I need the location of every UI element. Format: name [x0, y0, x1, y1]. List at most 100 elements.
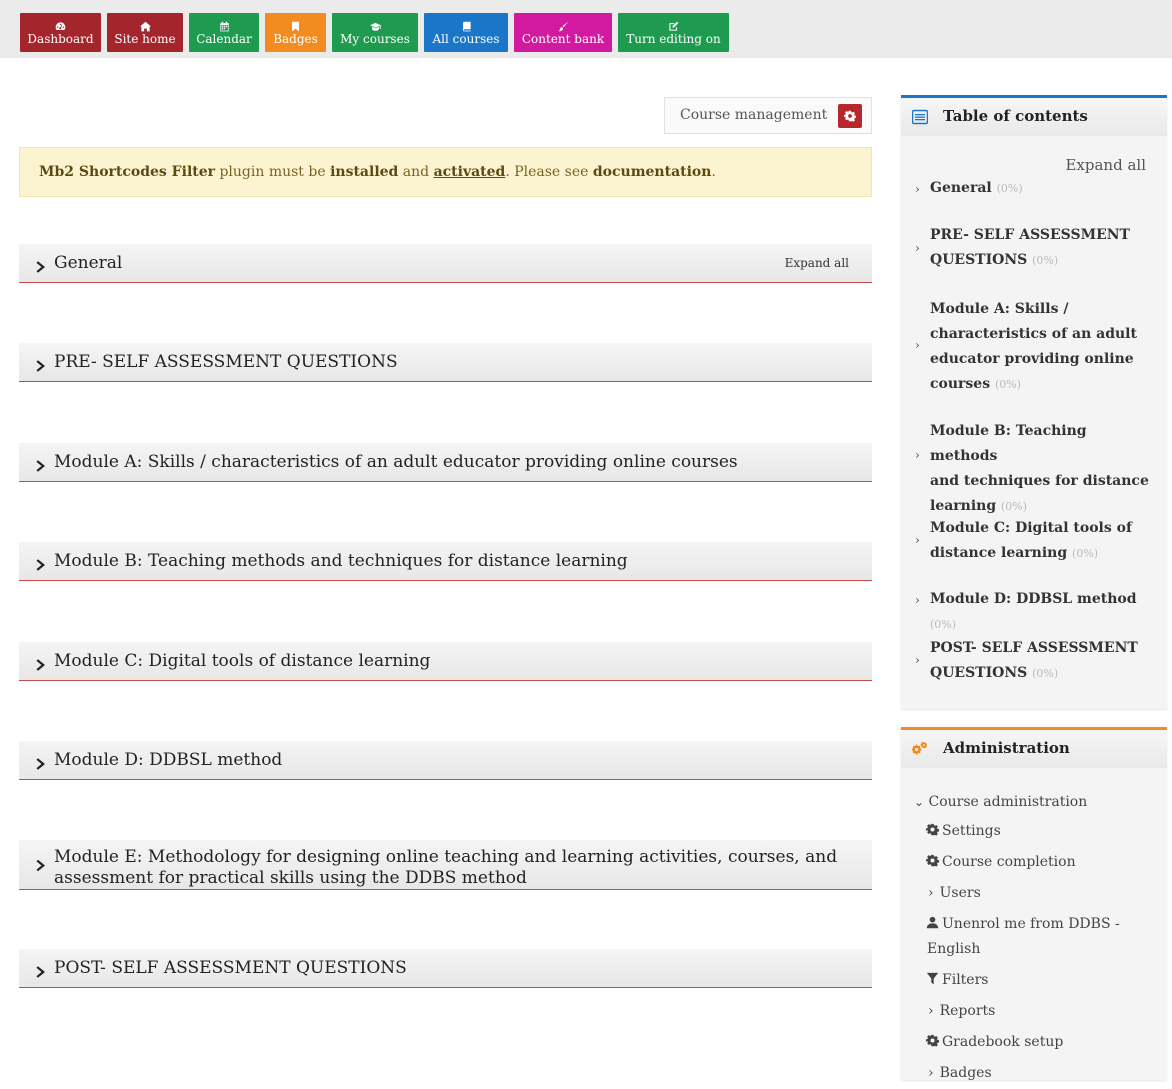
toc-item-label: Module A: Skills / characteristics of an …	[930, 301, 1137, 392]
expand-all-button[interactable]: Expand all	[785, 256, 849, 270]
chevron-right-icon: ›	[928, 885, 934, 901]
course-management-label: Course management	[680, 107, 828, 123]
section-general[interactable]: General Expand all	[19, 244, 872, 283]
section-title: Module B: Teaching methods and technique…	[54, 551, 628, 571]
section-title: Module E: Methodology for designing onli…	[54, 847, 838, 888]
section-module-a[interactable]: Module A: Skills / characteristics of an…	[19, 443, 872, 482]
section-post-self-assessment[interactable]: POST- SELF ASSESSMENT QUESTIONS	[19, 949, 872, 988]
section-title: PRE- SELF ASSESSMENT QUESTIONS	[54, 352, 398, 372]
toc-item-label: Module B: Teaching methods and techniques…	[930, 423, 1149, 514]
section-module-b[interactable]: Module B: Teaching methods and technique…	[19, 542, 872, 581]
nav-calendar-button[interactable]: Calendar	[189, 13, 259, 52]
section-title: General	[54, 253, 123, 273]
section-module-e[interactable]: Module E: Methodology for designing onli…	[19, 840, 872, 890]
settings-link[interactable]: Settings	[926, 816, 1001, 847]
chevron-right-icon: ›	[915, 653, 920, 667]
gear-icon	[926, 1028, 939, 1047]
edit-icon	[668, 20, 679, 32]
chevron-right-icon: ›	[915, 593, 920, 607]
section-title: POST- SELF ASSESSMENT QUESTIONS	[54, 958, 407, 978]
user-icon	[926, 910, 939, 929]
nav-badges-label: Badges	[273, 32, 318, 46]
plugin-warning-alert: Mb2 Shortcodes Filter plugin must be ins…	[19, 147, 872, 197]
course-management[interactable]: Course management	[664, 97, 872, 134]
chevron-right-icon: ›	[915, 338, 920, 352]
home-icon	[139, 20, 151, 32]
alert-text-1: plugin must be	[215, 164, 331, 180]
badges-node[interactable]: › Badges	[928, 1058, 992, 1089]
toc-item-label: POST- SELF ASSESSMENT QUESTIONS (0%)	[930, 640, 1138, 681]
dashboard-icon	[55, 20, 66, 32]
gear-icon	[926, 817, 939, 836]
section-title: Module C: Digital tools of distance lear…	[54, 651, 431, 671]
users-node[interactable]: › Users	[928, 878, 981, 909]
chevron-right-icon: ›	[915, 448, 920, 462]
reports-node[interactable]: › Reports	[928, 996, 995, 1027]
toc-item-label: General (0%)	[930, 180, 1023, 196]
section-pre-self-assessment[interactable]: PRE- SELF ASSESSMENT QUESTIONS	[19, 343, 872, 382]
nav-all-courses-button[interactable]: All courses	[424, 13, 508, 52]
nav-site-home-button[interactable]: Site home	[107, 13, 183, 52]
nav-content-bank-label: Content bank	[521, 32, 605, 46]
chevron-right-icon	[35, 963, 46, 978]
chevron-right-icon	[35, 656, 46, 671]
nav-turn-editing-on-button[interactable]: Turn editing on	[618, 13, 729, 52]
administration-header: Administration	[901, 727, 1167, 768]
chevron-right-icon	[35, 457, 46, 472]
nav-turn-editing-on-label: Turn editing on	[626, 32, 721, 46]
chevron-down-icon: ⌄	[914, 795, 925, 809]
filter-icon	[926, 966, 939, 985]
alert-documentation: documentation	[592, 164, 712, 180]
chevron-right-icon	[35, 755, 46, 770]
alert-installed: installed	[330, 164, 399, 180]
section-title: Module A: Skills / characteristics of an…	[54, 452, 738, 472]
chevron-right-icon: ›	[915, 533, 920, 547]
alert-text-3: . Please see	[505, 164, 593, 180]
gradebook-setup-link[interactable]: Gradebook setup	[926, 1027, 1063, 1058]
alert-plugin-name: Mb2 Shortcodes Filter	[39, 164, 216, 180]
chevron-right-icon	[35, 258, 46, 273]
nav-site-home-label: Site home	[114, 32, 176, 46]
section-module-c[interactable]: Module C: Digital tools of distance lear…	[19, 642, 872, 681]
chevron-right-icon: ›	[928, 1065, 934, 1081]
alert-text-2: and	[398, 164, 434, 180]
section-title: Module D: DDBSL method	[54, 750, 283, 770]
toc-header: Table of contents	[901, 95, 1167, 136]
gear-icon	[926, 848, 939, 867]
graduation-cap-icon	[369, 20, 381, 32]
course-administration-node[interactable]: ⌄ Course administration	[914, 787, 1087, 818]
nav-dashboard-label: Dashboard	[27, 32, 94, 46]
alert-text-4: .	[711, 164, 716, 180]
top-navbar: Dashboard Site home Calendar Badges My c…	[0, 0, 1172, 58]
brush-icon	[558, 20, 569, 32]
list-icon	[911, 109, 929, 125]
chevron-right-icon: ›	[915, 182, 920, 196]
toc-item-label: PRE- SELF ASSESSMENT QUESTIONS (0%)	[930, 227, 1130, 268]
alert-activated-link[interactable]: activated	[434, 164, 506, 180]
calendar-icon	[219, 20, 230, 32]
nav-dashboard-button[interactable]: Dashboard	[20, 13, 101, 52]
nav-content-bank-button[interactable]: Content bank	[514, 13, 612, 52]
section-module-d[interactable]: Module D: DDBSL method	[19, 741, 872, 780]
toc-item-label: Module C: Digital tools of distance learn…	[930, 520, 1132, 561]
toc-title: Table of contents	[943, 107, 1088, 125]
nav-badges-button[interactable]: Badges	[265, 13, 326, 52]
nav-calendar-label: Calendar	[196, 32, 252, 46]
cogs-icon	[911, 741, 928, 757]
toc-item-label: Module D: DDBSL method (0%)	[930, 591, 1137, 631]
nav-my-courses-button[interactable]: My courses	[332, 13, 418, 52]
unenrol-link-line2[interactable]: English	[927, 934, 980, 965]
chevron-right-icon: ›	[928, 1003, 934, 1019]
toc-block: Table of contents Expand all › General (…	[901, 95, 1167, 709]
nav-all-courses-label: All courses	[432, 32, 500, 46]
chevron-right-icon: ›	[915, 241, 920, 255]
administration-title: Administration	[943, 739, 1070, 757]
filters-link[interactable]: Filters	[926, 965, 988, 996]
course-completion-link[interactable]: Course completion	[926, 847, 1076, 878]
chevron-right-icon	[35, 856, 46, 872]
nav-my-courses-label: My courses	[340, 32, 410, 46]
chevron-right-icon	[35, 357, 46, 372]
toc-expand-all-button[interactable]: Expand all	[1065, 156, 1146, 174]
gear-icon[interactable]	[838, 104, 862, 128]
bookmark-icon	[290, 20, 301, 32]
